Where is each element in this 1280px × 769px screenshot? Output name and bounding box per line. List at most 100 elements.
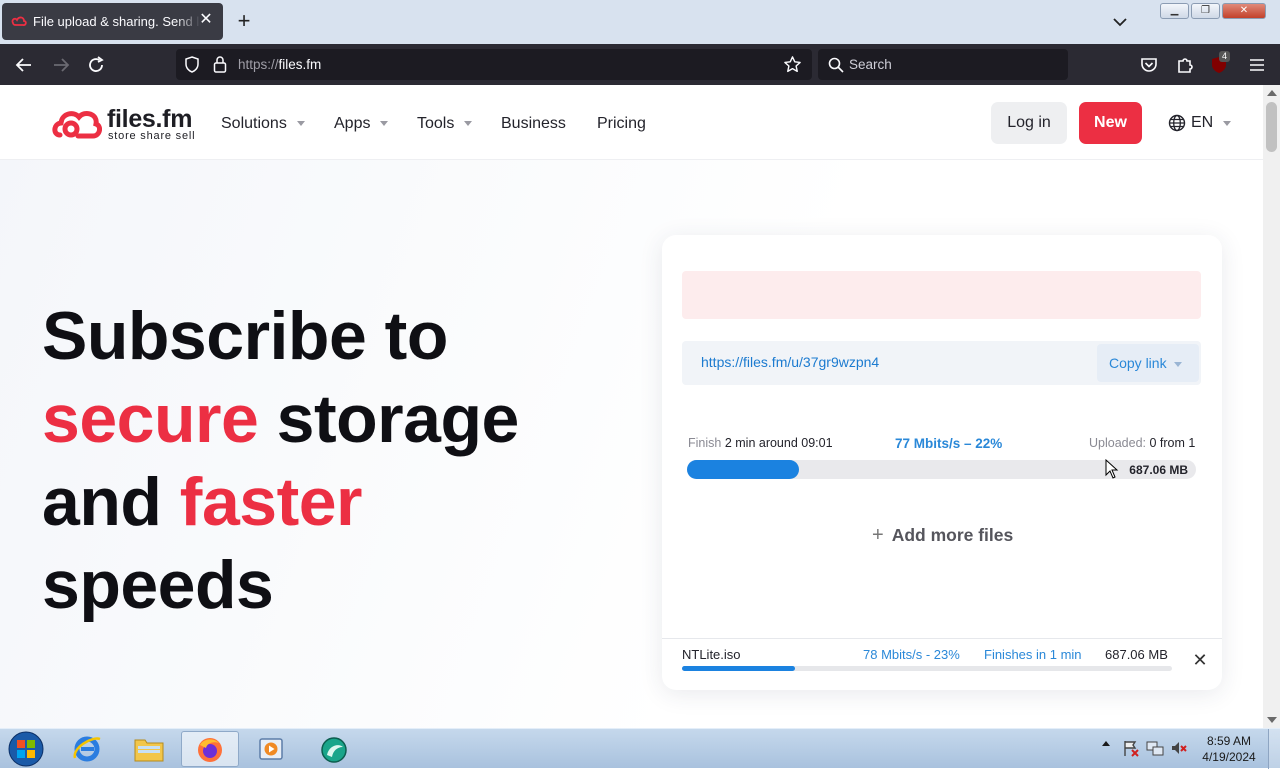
nav-tools[interactable]: Tools: [417, 115, 473, 133]
show-hidden-icons-arrow-icon[interactable]: [1102, 741, 1110, 746]
pocket-icon[interactable]: [1138, 54, 1160, 76]
taskbar-internet-explorer[interactable]: [59, 731, 117, 767]
file-progress-bar: [682, 666, 1172, 671]
taskbar-firefox[interactable]: [181, 731, 239, 767]
minimize-window-icon[interactable]: ▁: [1160, 3, 1189, 19]
clock-time: 8:59 AM: [1206, 734, 1252, 748]
taskbar-app[interactable]: [305, 731, 363, 767]
overall-progress-bar: 687.06 MB: [687, 460, 1196, 479]
new-button[interactable]: New: [1079, 102, 1142, 144]
uploaded-label: Uploaded:: [1089, 436, 1146, 450]
media-player-icon: [259, 738, 283, 760]
hero-word-storage: storage: [258, 381, 520, 457]
hero-line-1: Subscribe to: [42, 298, 448, 374]
list-all-tabs-chevron-icon[interactable]: [1110, 12, 1130, 32]
windows-start-orb-icon[interactable]: [6, 730, 46, 768]
file-progress-fill: [682, 666, 795, 671]
browser-tab-bar: File upload & sharing. Send large files …: [0, 0, 1280, 44]
search-placeholder: Search: [849, 57, 892, 72]
search-icon: [828, 57, 844, 73]
browser-tab[interactable]: File upload & sharing. Send large files …: [2, 3, 223, 40]
close-window-icon[interactable]: ✕: [1222, 3, 1266, 19]
hero-line-3: and faster: [42, 461, 519, 544]
scroll-up-arrow-icon[interactable]: [1267, 90, 1277, 96]
login-button[interactable]: Log in: [991, 102, 1067, 144]
ublock-extension-icon[interactable]: 4: [1210, 51, 1232, 76]
copy-link-label: Copy link: [1109, 355, 1167, 371]
uploaded-value: 0 from 1: [1149, 436, 1196, 450]
search-bar[interactable]: Search: [818, 49, 1068, 80]
upload-speed: 77 Mbits/s – 22%: [895, 436, 1003, 451]
taskbar-clock[interactable]: 8:59 AM 4/19/2024: [1200, 733, 1258, 765]
nav-apps-label: Apps: [334, 115, 371, 132]
scroll-down-arrow-icon[interactable]: [1267, 717, 1277, 723]
total-size: 687.06 MB: [1129, 463, 1188, 477]
hamburger-menu-icon[interactable]: [1246, 54, 1268, 76]
nav-pricing[interactable]: Pricing: [597, 115, 646, 133]
mouse-cursor-icon: [1105, 459, 1119, 479]
firefox-icon: [198, 738, 222, 762]
app-globe-icon: [321, 737, 347, 763]
back-arrow-icon[interactable]: [13, 54, 35, 76]
hero-line-4: speeds: [42, 547, 274, 623]
new-tab-plus-icon[interactable]: +: [233, 10, 255, 32]
site-header: files.fm store share sell Solutions Apps…: [0, 85, 1263, 160]
bookmark-star-icon[interactable]: [783, 55, 802, 74]
url-text: https://files.fm: [238, 57, 322, 72]
extensions-puzzle-icon[interactable]: [1174, 54, 1196, 76]
add-more-files-button[interactable]: + Add more files: [872, 524, 1013, 547]
action-center-flag-icon[interactable]: [1122, 739, 1140, 757]
file-speed: 78 Mbits/s - 23%: [863, 647, 960, 662]
nav-apps[interactable]: Apps: [334, 115, 389, 133]
taskbar-media-player[interactable]: [242, 731, 300, 767]
internet-explorer-icon: [73, 736, 101, 762]
nav-solutions-label: Solutions: [221, 115, 287, 132]
upload-card: https://files.fm/u/37gr9wzpn4 Copy link …: [662, 235, 1222, 690]
window-controls: ▁ ❐ ✕: [1160, 3, 1266, 21]
nav-tools-label: Tools: [417, 115, 455, 132]
uploaded-count: Uploaded: 0 from 1: [1089, 436, 1195, 450]
finish-label: Finish: [688, 436, 722, 450]
file-finish-time: Finishes in 1 min: [984, 647, 1082, 662]
browser-navigation-bar: https://files.fm Search 4: [0, 44, 1280, 85]
caret-down-icon: [1223, 121, 1231, 126]
cloud-logo-icon: [52, 111, 102, 139]
page-scrollbar[interactable]: [1263, 85, 1280, 728]
hero-word-faster: faster: [179, 464, 363, 540]
show-desktop-button[interactable]: [1268, 729, 1280, 769]
globe-icon: [1168, 114, 1186, 132]
share-link[interactable]: https://files.fm/u/37gr9wzpn4: [701, 354, 879, 370]
address-bar[interactable]: https://files.fm: [176, 49, 812, 80]
share-link-row: https://files.fm/u/37gr9wzpn4 Copy link: [682, 341, 1201, 385]
files-fm-favicon-icon: [11, 16, 27, 27]
add-more-files-label: Add more files: [891, 525, 1014, 545]
shield-icon[interactable]: [184, 56, 200, 73]
hero-heading: Subscribe to secure storage and faster s…: [42, 295, 519, 627]
windows-taskbar: 8:59 AM 4/19/2024: [0, 728, 1280, 769]
file-size: 687.06 MB: [1105, 647, 1168, 662]
reload-icon[interactable]: [85, 54, 107, 76]
folder-icon: [134, 739, 164, 762]
upload-notice-box: [682, 271, 1201, 319]
tab-close-icon[interactable]: ✕: [197, 11, 215, 29]
file-name: NTLite.iso: [682, 647, 741, 662]
finish-value: 2 min around 09:01: [724, 436, 833, 450]
extension-badge: 4: [1219, 51, 1231, 62]
caret-down-icon: [380, 121, 389, 127]
volume-muted-icon[interactable]: [1170, 739, 1188, 757]
finish-estimate: Finish 2 min around 09:01: [688, 436, 833, 450]
nav-solutions[interactable]: Solutions: [221, 115, 305, 133]
tab-title: File upload & sharing. Send large files: [33, 14, 201, 29]
clock-date: 4/19/2024: [1202, 750, 1256, 764]
restore-window-icon[interactable]: ❐: [1191, 3, 1220, 19]
cancel-upload-close-icon[interactable]: ✕: [1192, 651, 1208, 669]
forward-arrow-icon[interactable]: [50, 54, 72, 76]
lock-icon[interactable]: [212, 55, 228, 73]
nav-business[interactable]: Business: [501, 115, 566, 133]
copy-link-button[interactable]: Copy link: [1097, 344, 1199, 382]
scrollbar-thumb[interactable]: [1266, 102, 1277, 152]
overall-progress-fill: [687, 460, 799, 479]
files-fm-logo[interactable]: files.fm store share sell: [52, 105, 202, 145]
network-icon[interactable]: [1146, 739, 1164, 757]
taskbar-file-explorer[interactable]: [120, 731, 178, 767]
